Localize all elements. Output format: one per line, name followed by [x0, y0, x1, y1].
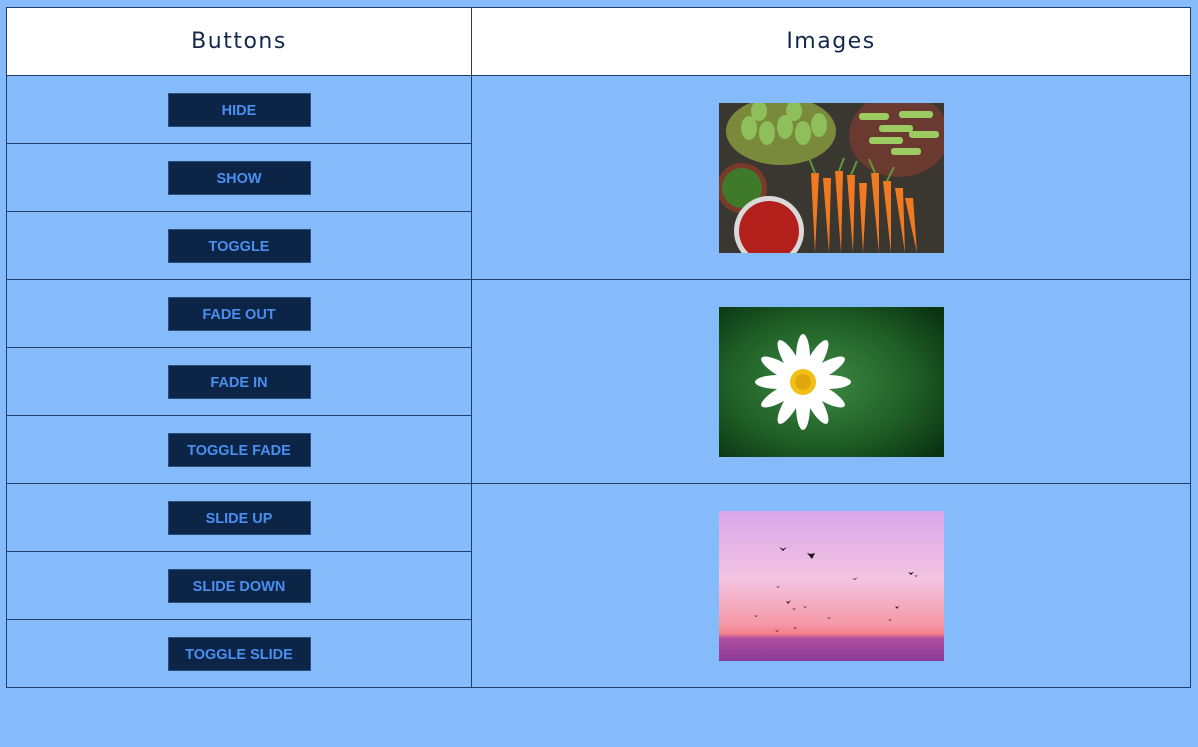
slide-up-button[interactable]: SLIDE UP	[167, 500, 311, 535]
image-cell	[471, 279, 1191, 484]
fade-out-button[interactable]: FADE OUT	[167, 296, 311, 331]
show-button[interactable]: SHOW	[167, 160, 311, 195]
image-cell	[471, 483, 1191, 688]
images-column-header: Images	[471, 7, 1191, 76]
toggle-fade-button[interactable]: TOGGLE FADE	[167, 432, 311, 467]
toggle-slide-button[interactable]: TOGGLE SLIDE	[167, 636, 311, 671]
table-row: SLIDE UP	[6, 483, 1191, 688]
vegetables-image	[718, 102, 944, 253]
effects-table: Buttons Images HIDE SHOW TOGGLE FADE OUT…	[6, 7, 1191, 688]
table-row: FADE OUT	[6, 279, 1191, 484]
hide-button[interactable]: HIDE	[167, 92, 311, 127]
header-row: Buttons Images	[6, 7, 1191, 76]
fade-in-button[interactable]: FADE IN	[167, 364, 311, 399]
birds-sunset-image	[718, 510, 944, 661]
buttons-column-header: Buttons	[6, 7, 472, 76]
slide-down-button[interactable]: SLIDE DOWN	[167, 568, 311, 603]
daisy-flower-image	[718, 306, 944, 457]
toggle-button[interactable]: TOGGLE	[167, 228, 311, 263]
table-row: HIDE	[6, 75, 1191, 280]
image-cell	[471, 75, 1191, 280]
